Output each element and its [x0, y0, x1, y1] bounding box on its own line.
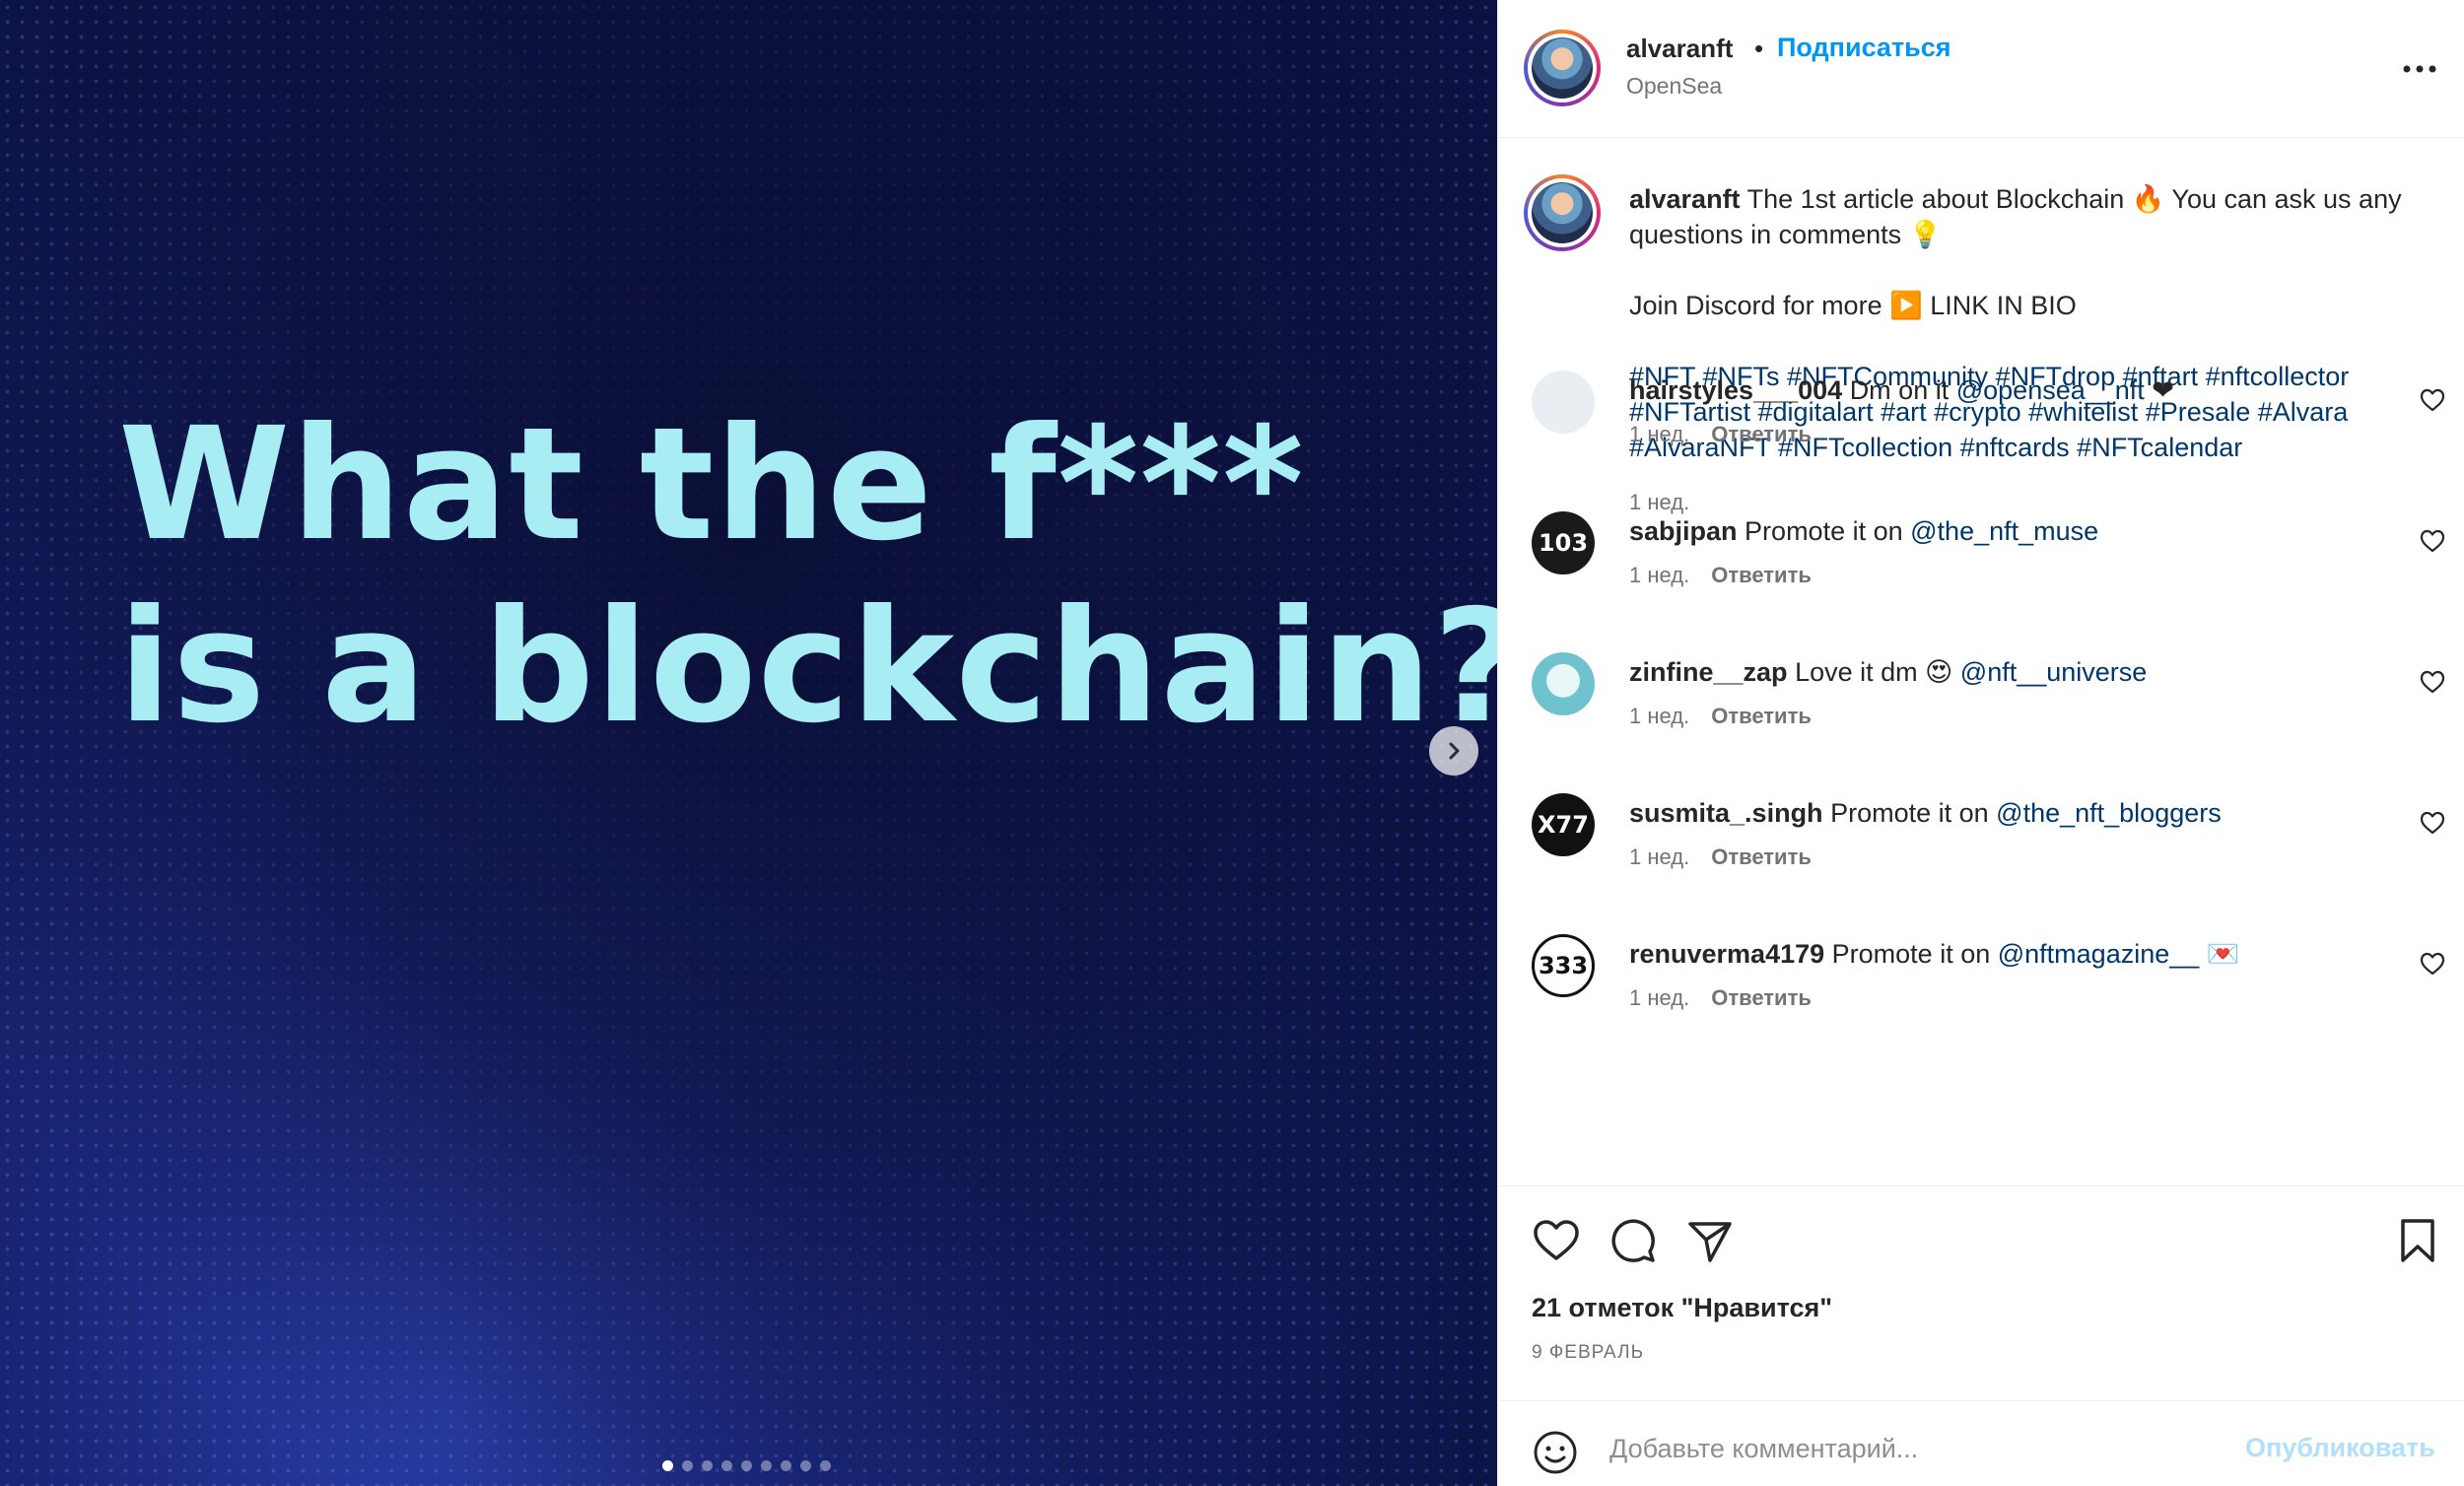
likes-count[interactable]: 21 отметок "Нравится" — [1532, 1293, 1832, 1323]
bookmark-icon[interactable] — [2391, 1214, 2444, 1267]
commenter-username[interactable]: renuverma4179 — [1629, 939, 1824, 969]
emoji-icon[interactable] — [1532, 1429, 1579, 1476]
instagram-post-modal: What the f*** is a blockchain? alvaranft… — [0, 0, 2464, 1486]
comment-meta: 1 нед. Ответить — [1629, 422, 1812, 447]
carousel-dot — [702, 1460, 713, 1471]
carousel-dot — [741, 1460, 752, 1471]
commenter-avatar[interactable]: 103 — [1532, 511, 1595, 574]
comment-timestamp: 1 нед. — [1629, 704, 1690, 728]
comment-item: 103 sabjipan Promote it on @the_nft_muse 1… — [1498, 502, 2464, 642]
commenter-username[interactable]: hairstyles___004 — [1629, 375, 1842, 405]
publish-button[interactable]: Опубликовать — [2245, 1433, 2435, 1463]
post-header: alvaranft • Подписаться OpenSea — [1498, 0, 2464, 138]
reply-button[interactable]: Ответить — [1711, 985, 1812, 1010]
comment-heart-icon[interactable] — [2418, 949, 2447, 979]
comment-icon[interactable] — [1607, 1214, 1660, 1267]
commenter-username[interactable]: susmita_.singh — [1629, 798, 1823, 828]
share-icon[interactable] — [1683, 1214, 1737, 1267]
add-comment-bar: Опубликовать — [1498, 1400, 2464, 1486]
carousel-dot — [820, 1460, 831, 1471]
comment-suffix: ❤ — [2144, 375, 2174, 405]
caption-author-avatar[interactable] — [1524, 174, 1601, 251]
commenter-username[interactable]: zinfine__zap — [1629, 657, 1788, 687]
caption-username[interactable]: alvaranft — [1629, 184, 1741, 214]
post-sidebar: alvaranft • Подписаться OpenSea alvaranf… — [1497, 0, 2464, 1486]
comment-meta: 1 нед. Ответить — [1629, 704, 1812, 729]
carousel-dot — [721, 1460, 732, 1471]
comment-heart-icon[interactable] — [2418, 526, 2447, 556]
comment-meta: 1 нед. Ответить — [1629, 985, 1812, 1011]
more-horizontal-icon — [2403, 65, 2436, 73]
comment-text: hairstyles___004 Dm on it @opensea__nft … — [1629, 372, 2408, 408]
headline-line-2: is a blockchain? — [118, 576, 1497, 758]
reply-button[interactable]: Ответить — [1711, 844, 1812, 869]
headline-line-1: What the f*** — [118, 394, 1305, 575]
carousel-next-button[interactable] — [1429, 726, 1478, 776]
comment-text: renuverma4179 Promote it on @nftmagazine… — [1629, 936, 2408, 972]
carousel-indicator — [662, 1460, 831, 1471]
comment-body: Promote it on — [1745, 516, 1903, 546]
reply-button[interactable]: Ответить — [1711, 563, 1812, 587]
more-options-button[interactable] — [2400, 49, 2439, 89]
comment-heart-icon[interactable] — [2418, 808, 2447, 838]
post-location[interactable]: OpenSea — [1626, 73, 1722, 100]
reply-button[interactable]: Ответить — [1711, 422, 1812, 446]
carousel-dot — [800, 1460, 811, 1471]
carousel-dot — [662, 1460, 673, 1471]
comment-timestamp: 1 нед. — [1629, 563, 1690, 587]
caption-line-2: Join Discord for more ▶️ LINK IN BIO — [1629, 291, 2077, 320]
comment-text: sabjipan Promote it on @the_nft_muse — [1629, 513, 2408, 549]
comment-heart-icon[interactable] — [2418, 667, 2447, 697]
comment-item: 333 renuverma4179 Promote it on @nftmagaz… — [1498, 924, 2464, 1064]
commenter-username[interactable]: sabjipan — [1629, 516, 1738, 546]
heart-icon[interactable] — [1530, 1214, 1583, 1267]
comment-mention[interactable]: @nftmagazine__ — [1998, 939, 2200, 969]
comment-text: zinfine__zap Love it dm 😍 @nft__universe — [1629, 654, 2408, 690]
comment-body: Promote it on — [1831, 939, 1991, 969]
comment-input[interactable] — [1609, 1425, 2221, 1472]
comment-heart-icon[interactable] — [2418, 385, 2447, 415]
comment-meta: 1 нед. Ответить — [1629, 844, 1812, 870]
follow-button[interactable]: Подписаться — [1777, 33, 1951, 63]
post-media[interactable]: What the f*** is a blockchain? — [0, 0, 1497, 1486]
commenter-avatar[interactable] — [1532, 652, 1595, 715]
avatar-label: 333 — [1538, 952, 1589, 979]
author-username[interactable]: alvaranft — [1626, 34, 1733, 64]
header-separator: • — [1754, 34, 1764, 63]
carousel-dot — [781, 1460, 791, 1471]
post-actions: 21 отметок "Нравится" 9 ФЕВРАЛЬ — [1498, 1185, 2464, 1400]
comment-item: zinfine__zap Love it dm 😍 @nft__universe… — [1498, 642, 2464, 782]
avatar-label: 103 — [1538, 529, 1589, 557]
commenter-avatar[interactable]: 333 — [1532, 934, 1595, 997]
comment-suffix: 💌 — [2199, 939, 2240, 969]
comment-timestamp: 1 нед. — [1629, 844, 1690, 869]
carousel-dot — [682, 1460, 693, 1471]
comment-item: X77 susmita_.singh Promote it on @the_nft… — [1498, 783, 2464, 923]
comment-text: susmita_.singh Promote it on @the_nft_bl… — [1629, 795, 2408, 831]
comment-meta: 1 нед. Ответить — [1629, 563, 1812, 588]
chevron-right-icon — [1449, 742, 1460, 760]
carousel-dot — [761, 1460, 772, 1471]
commenter-avatar[interactable]: X77 — [1532, 793, 1595, 856]
comment-mention[interactable]: @the_nft_bloggers — [1996, 798, 2222, 828]
avatar-label: X77 — [1538, 811, 1589, 839]
comment-body: Promote it on — [1830, 798, 1989, 828]
comment-timestamp: 1 нед. — [1629, 985, 1690, 1010]
post-date: 9 ФЕВРАЛЬ — [1532, 1342, 1645, 1363]
comment-body: Dm on it — [1849, 375, 1950, 405]
comment-timestamp: 1 нед. — [1629, 422, 1690, 446]
comment-mention[interactable]: @nft__universe — [1960, 657, 2148, 687]
post-image-headline: What the f*** is a blockchain? — [118, 394, 1497, 759]
author-avatar[interactable] — [1524, 30, 1601, 106]
comment-item: hairstyles___004 Dm on it @opensea__nft … — [1498, 361, 2464, 501]
comment-mention[interactable]: @opensea__nft — [1956, 375, 2145, 405]
commenter-avatar[interactable] — [1532, 371, 1595, 434]
reply-button[interactable]: Ответить — [1711, 704, 1812, 728]
comments-feed[interactable]: alvaranft The 1st article about Blockcha… — [1498, 139, 2464, 1184]
comment-mention[interactable]: @the_nft_muse — [1910, 516, 2098, 546]
comment-body: Love it dm 😍 — [1795, 657, 1953, 687]
caption-line-1: The 1st article about Blockchain 🔥 You c… — [1629, 184, 2402, 249]
